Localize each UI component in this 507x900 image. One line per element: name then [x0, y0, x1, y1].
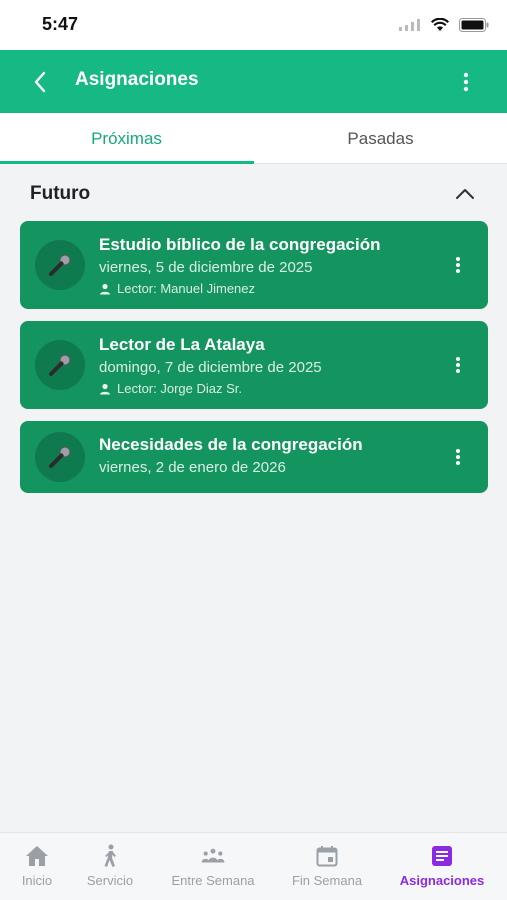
assignment-role: Lector: Manuel Jimenez	[99, 281, 255, 296]
signal-icon	[399, 19, 420, 31]
assignment-title: Necesidades de la congregación	[99, 435, 363, 454]
card-menu-button[interactable]	[446, 442, 470, 472]
app-bar: Asignaciones	[0, 50, 507, 113]
assignment-card[interactable]: Necesidades de la congregación viernes, …	[20, 421, 488, 493]
bottom-navigation: Inicio Servicio Entre Semana Fin Semana …	[0, 832, 507, 900]
assignment-role-text: Lector: Manuel Jimenez	[117, 281, 256, 296]
status-bar: 5:47	[0, 0, 507, 50]
back-button[interactable]	[22, 64, 58, 100]
wifi-icon	[431, 18, 449, 31]
microphone-icon	[35, 432, 85, 482]
tab-proximas[interactable]: Próximas	[0, 113, 253, 164]
tab-pasadas[interactable]: Pasadas	[254, 113, 507, 164]
person-icon	[100, 283, 110, 294]
collapse-button[interactable]	[453, 182, 477, 206]
group-icon	[200, 843, 226, 869]
more-vertical-icon	[456, 357, 460, 373]
person-icon	[100, 383, 110, 394]
chevron-left-icon	[34, 71, 46, 93]
nav-item-inicio[interactable]: Inicio	[14, 843, 60, 895]
nav-label: Entre Semana	[171, 873, 255, 888]
section-header: Futuro	[0, 172, 507, 216]
nav-item-asignaciones[interactable]: Asignaciones	[392, 843, 492, 895]
card-menu-button[interactable]	[446, 350, 470, 380]
tab-label: Próximas	[91, 128, 162, 148]
nav-label: Fin Semana	[291, 873, 363, 888]
walking-person-icon	[97, 843, 123, 869]
assignment-role-text: Lector: Jorge Diaz Sr.	[117, 381, 242, 396]
assignment-card[interactable]: Estudio bíblico de la congregación viern…	[20, 221, 488, 309]
nav-item-entre-semana[interactable]: Entre Semana	[163, 843, 263, 895]
assignment-date: viernes, 5 de diciembre de 2025	[99, 259, 313, 276]
nav-label: Asignaciones	[399, 873, 485, 888]
assignment-title: Lector de La Atalaya	[99, 335, 265, 354]
assignment-icon	[429, 843, 455, 869]
assignment-date: viernes, 2 de enero de 2026	[99, 459, 286, 476]
home-icon	[24, 843, 50, 869]
overflow-menu-button[interactable]	[451, 66, 481, 98]
nav-label: Servicio	[86, 873, 134, 888]
page-title: Asignaciones	[75, 69, 199, 90]
chevron-up-icon	[456, 189, 474, 199]
active-tab-indicator	[0, 161, 254, 164]
battery-icon	[459, 18, 489, 32]
nav-item-servicio[interactable]: Servicio	[80, 843, 140, 895]
assignment-card[interactable]: Lector de La Atalaya domingo, 7 de dicie…	[20, 321, 488, 409]
tab-label: Pasadas	[347, 128, 414, 148]
assignment-role: Lector: Jorge Diaz Sr.	[99, 381, 242, 396]
microphone-icon	[35, 340, 85, 390]
tab-bar: Próximas Pasadas	[0, 113, 507, 164]
status-time: 5:47	[42, 14, 79, 34]
nav-item-fin-semana[interactable]: Fin Semana	[284, 843, 370, 895]
more-vertical-icon	[456, 449, 460, 465]
more-vertical-icon	[463, 72, 469, 92]
calendar-icon	[314, 843, 340, 869]
more-vertical-icon	[456, 257, 460, 273]
assignment-title: Estudio bíblico de la congregación	[99, 235, 381, 254]
status-icons	[399, 17, 489, 33]
card-menu-button[interactable]	[446, 250, 470, 280]
assignment-date: domingo, 7 de diciembre de 2025	[99, 359, 322, 376]
microphone-icon	[35, 240, 85, 290]
nav-label: Inicio	[21, 873, 53, 888]
section-title: Futuro	[30, 183, 91, 204]
